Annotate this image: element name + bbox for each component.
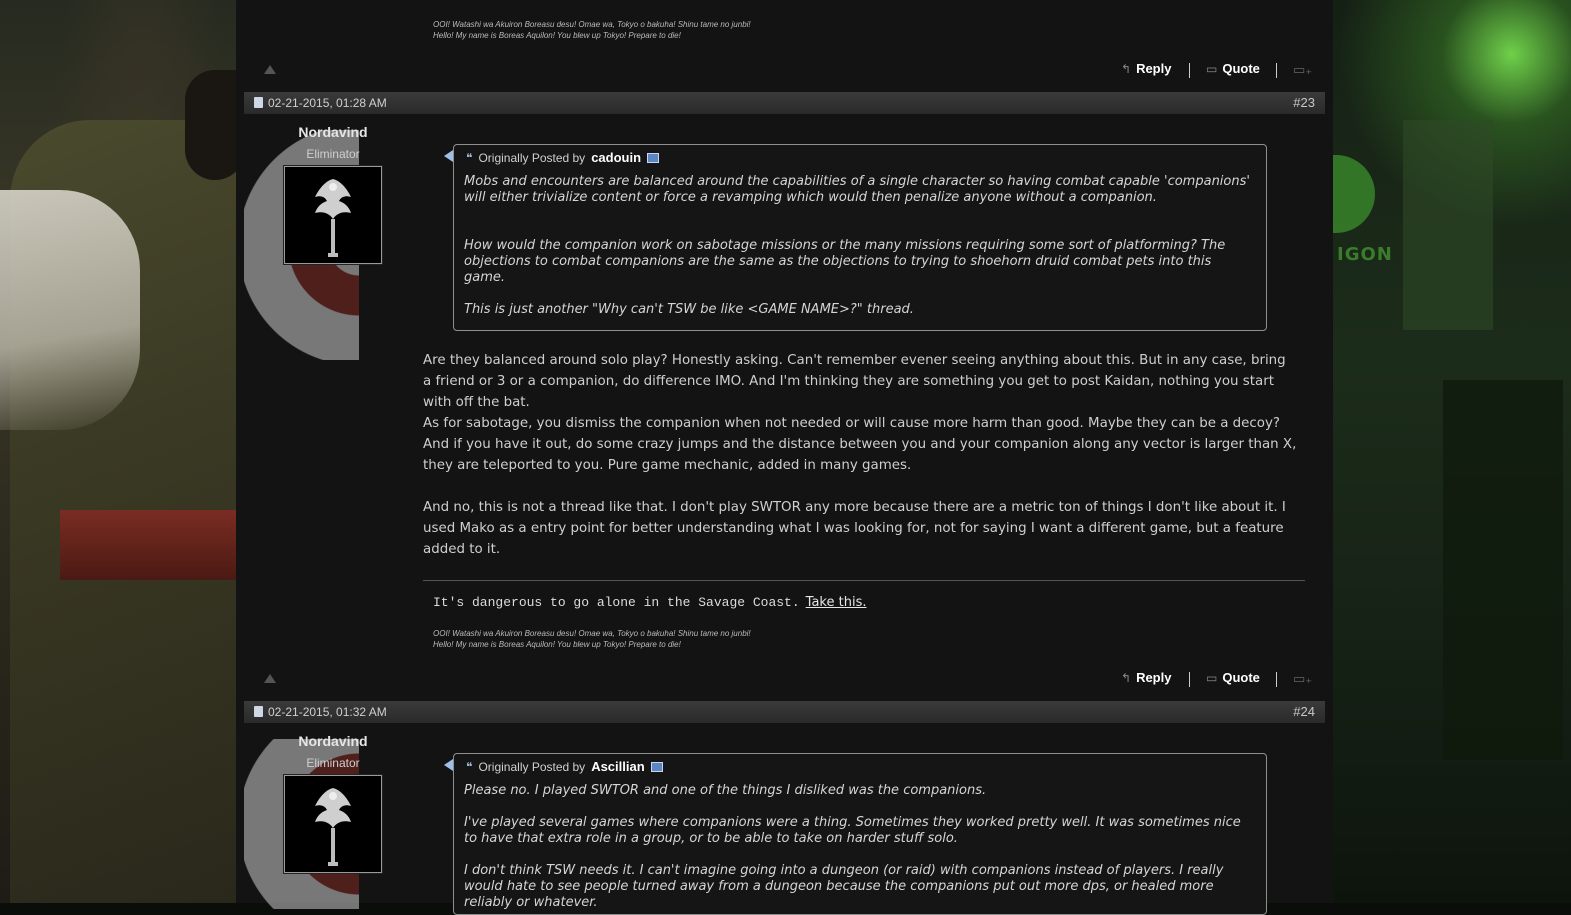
quote-paragraph: How would the companion work on sabotage…: [464, 238, 1226, 285]
reply-button[interactable]: ↰ Reply: [1121, 670, 1171, 685]
actions-separator: [1189, 672, 1190, 687]
user-info: Nordavind Eliminator: [244, 733, 424, 909]
post-body-paragraph: And no, this is not a thread like that. …: [423, 500, 1286, 557]
dragon-logo-text: IGON: [1337, 244, 1393, 265]
signature-divider: [423, 580, 1305, 581]
quote-block: ❝ Originally Posted by Ascillian Please …: [444, 753, 1267, 915]
building-window-art: [1403, 120, 1493, 330]
actions-separator: [1276, 672, 1277, 687]
quote-marks-icon: ❝: [466, 759, 473, 774]
post-body-paragraph: As for sabotage, you dismiss the compani…: [423, 416, 1297, 473]
username-link[interactable]: Nordavind: [244, 124, 422, 140]
reply-label: Reply: [1136, 670, 1172, 685]
user-title: Eliminator: [306, 147, 360, 161]
post-doc-icon: [254, 97, 263, 108]
actions-separator: [1189, 63, 1190, 78]
quote-block: ❝ Originally Posted by cadouin Mobs and …: [444, 144, 1267, 331]
quote-prefix: Originally Posted by: [478, 759, 586, 774]
quote-prefix: Originally Posted by: [478, 150, 586, 165]
quote-label: Quote: [1222, 670, 1260, 685]
signature-line: It's dangerous to go alone in the Savage…: [433, 595, 866, 610]
user-title: Eliminator: [306, 756, 360, 770]
reply-icon: ↰: [1121, 670, 1132, 685]
quote-paragraph: Mobs and encounters are balanced around …: [464, 174, 1250, 205]
user-avatar[interactable]: [284, 166, 382, 264]
previous-signature-jp: OOI! Watashi wa Akuiron Boreasu desu! Om…: [433, 20, 751, 29]
eagle-scepter-icon: [315, 788, 351, 866]
post-body-paragraph: Are they balanced around solo play? Hone…: [423, 353, 1286, 410]
user-info: Nordavind Eliminator: [244, 124, 424, 364]
post-header: 02-21-2015, 01:28 AM #23: [244, 92, 1325, 114]
post-date: 02-21-2015, 01:32 AM: [268, 705, 387, 719]
quote-author: cadouin: [591, 150, 642, 165]
post-header: 02-21-2015, 01:32 AM #24: [244, 701, 1325, 723]
quote-arrow-icon: [444, 759, 453, 771]
post-doc-icon: [254, 706, 263, 717]
quote-paragraph: I've played several games where companio…: [464, 815, 1241, 846]
post-number-link[interactable]: #24: [1293, 704, 1315, 719]
signature-link[interactable]: Take this.: [806, 595, 867, 610]
view-post-icon[interactable]: [650, 761, 663, 772]
reply-label: Reply: [1136, 61, 1172, 76]
building-doorway-art: [1443, 380, 1563, 760]
quote-button[interactable]: ▭ Quote: [1206, 61, 1260, 76]
quote-author: Ascillian: [591, 759, 645, 774]
quote-label: Quote: [1222, 61, 1260, 76]
quote-icon: ▭: [1206, 61, 1218, 76]
reply-button[interactable]: ↰ Reply: [1121, 61, 1171, 76]
user-avatar[interactable]: [284, 775, 382, 873]
quote-header: ❝ Originally Posted by Ascillian: [466, 759, 663, 774]
multi-quote-icon[interactable]: ▭₊: [1293, 63, 1312, 78]
signature-en: Hello! My name is Boreas Aquilon! You bl…: [433, 640, 681, 649]
signature-jp: OOI! Watashi wa Akuiron Boreasu desu! Om…: [433, 629, 751, 638]
character-scarf-art: [0, 190, 140, 430]
quote-marks-icon: ❝: [466, 150, 473, 165]
view-post-icon[interactable]: [647, 152, 660, 163]
username-link[interactable]: Nordavind: [244, 733, 422, 749]
multi-quote-icon[interactable]: ▭₊: [1293, 672, 1312, 687]
actions-separator: [1276, 63, 1277, 78]
quote-arrow-icon: [444, 150, 453, 162]
character-sash-art: [60, 510, 236, 580]
post-actions: ↰ Reply ▭ Quote ▭₊: [236, 668, 1333, 692]
post-date: 02-21-2015, 01:28 AM: [268, 96, 387, 110]
background-art-right: [1333, 0, 1571, 903]
quote-paragraph: This is just another "Why can't TSW be l…: [464, 302, 914, 317]
back-to-top-icon[interactable]: [264, 65, 276, 74]
quote-button[interactable]: ▭ Quote: [1206, 670, 1260, 685]
reply-icon: ↰: [1121, 61, 1132, 76]
quote-paragraph: I don't think TSW needs it. I can't imag…: [464, 863, 1224, 910]
previous-signature-en: Hello! My name is Boreas Aquilon! You bl…: [433, 31, 681, 40]
back-to-top-icon[interactable]: [264, 674, 276, 683]
background-art-left: [0, 0, 245, 903]
post-number-link[interactable]: #23: [1293, 95, 1315, 110]
post-actions-previous: ↰ Reply ▭ Quote ▭₊: [236, 59, 1333, 83]
eagle-scepter-icon: [315, 179, 351, 257]
quote-header: ❝ Originally Posted by cadouin: [466, 150, 660, 165]
quote-paragraph: Please no. I played SWTOR and one of the…: [464, 783, 987, 798]
quote-icon: ▭: [1206, 670, 1218, 685]
signature-text: It's dangerous to go alone in the Savage…: [433, 595, 800, 610]
